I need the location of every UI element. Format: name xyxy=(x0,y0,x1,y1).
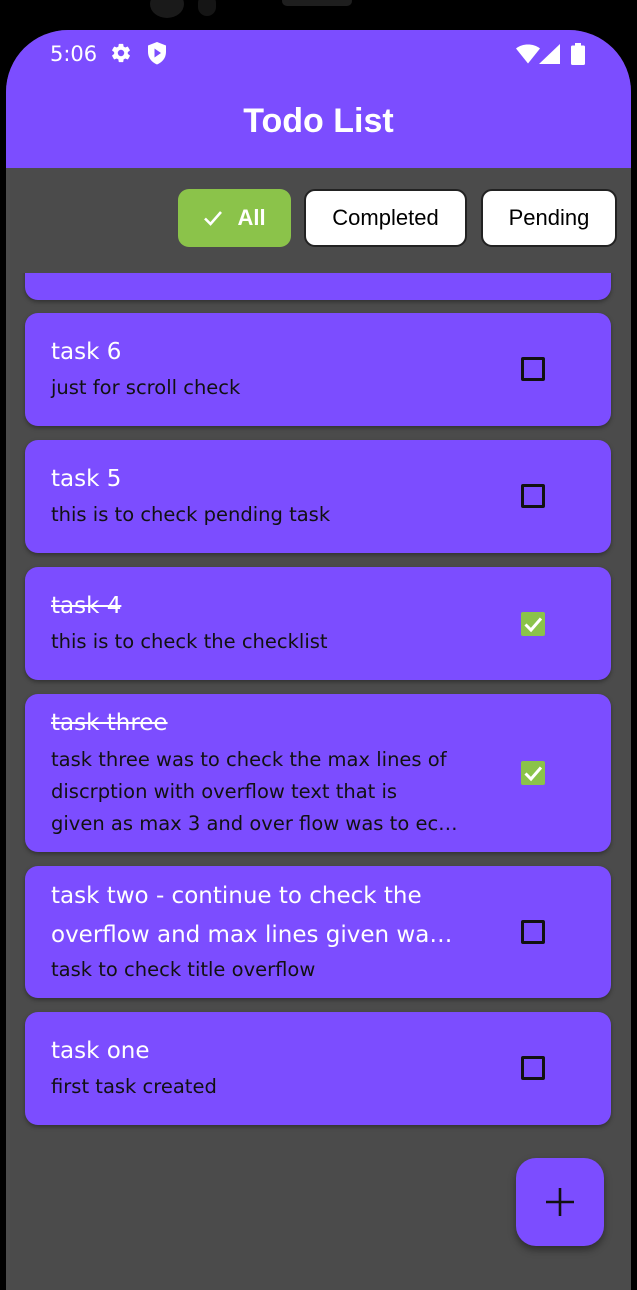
front-camera xyxy=(150,0,184,18)
task-title: task 5 xyxy=(51,466,122,492)
task-checkbox[interactable] xyxy=(521,920,545,944)
task-title: task three xyxy=(51,710,168,736)
wifi-icon xyxy=(516,44,540,64)
app-screen: 5:06 Todo List All Completed Pending tas… xyxy=(6,30,631,1290)
task-card-partial[interactable] xyxy=(25,273,611,300)
filter-chip-label: Completed xyxy=(332,205,439,230)
task-title: task 6 xyxy=(51,339,122,365)
task-description: this is to check the checklist xyxy=(51,630,328,653)
task-title: task 4 xyxy=(51,593,122,619)
shield-play-icon xyxy=(148,42,166,65)
task-card[interactable]: task two - continue to check the overflo… xyxy=(25,866,611,998)
filter-chip-label: Pending xyxy=(508,205,590,230)
task-title-line: task two - continue to check the xyxy=(51,883,422,909)
filter-chip-all[interactable]: All xyxy=(178,189,291,247)
filter-chip-pending[interactable]: Pending xyxy=(481,189,617,247)
filter-chip-completed[interactable]: Completed xyxy=(304,189,467,247)
add-task-button[interactable] xyxy=(516,1158,604,1246)
cell-signal-icon xyxy=(539,44,560,64)
task-card[interactable]: task 4 this is to check the checklist xyxy=(25,567,611,680)
checkmark-icon xyxy=(524,617,543,633)
task-checkbox[interactable] xyxy=(521,484,545,508)
task-list[interactable]: task 6 just for scroll check task 5 this… xyxy=(6,273,631,1290)
task-card[interactable]: task three task three was to check the m… xyxy=(25,694,611,852)
task-card[interactable]: task 5 this is to check pending task xyxy=(25,440,611,553)
earpiece-speaker xyxy=(282,0,352,6)
task-description: just for scroll check xyxy=(51,376,241,399)
task-description-line: task three was to check the max lines of xyxy=(51,748,447,771)
task-checkbox-checked[interactable] xyxy=(521,761,545,785)
task-card[interactable]: task one first task created xyxy=(25,1012,611,1125)
check-icon xyxy=(204,211,223,226)
status-time: 5:06 xyxy=(50,42,98,66)
battery-icon xyxy=(571,43,585,65)
task-title: task one xyxy=(51,1038,150,1064)
task-description: this is to check pending task xyxy=(51,503,331,526)
page-title: Todo List xyxy=(243,102,394,140)
plus-icon xyxy=(546,1188,574,1216)
task-checkbox-checked[interactable] xyxy=(521,612,545,636)
proximity-sensor xyxy=(198,0,216,16)
task-description: task to check title overflow xyxy=(51,958,316,981)
task-description: first task created xyxy=(51,1075,217,1098)
task-checkbox[interactable] xyxy=(521,1056,545,1080)
filter-chip-label: All xyxy=(237,205,266,230)
task-checkbox[interactable] xyxy=(521,357,545,381)
gear-icon xyxy=(112,43,130,63)
task-description-line: discrption with overflow text that is xyxy=(51,780,398,803)
app-bar: 5:06 Todo List xyxy=(6,30,631,168)
task-title-line: overflow and max lines given wa… xyxy=(51,922,453,948)
task-card[interactable]: task 6 just for scroll check xyxy=(25,313,611,426)
task-description-line: given as max 3 and over flow was to ec… xyxy=(51,812,458,835)
checkmark-icon xyxy=(524,766,543,782)
